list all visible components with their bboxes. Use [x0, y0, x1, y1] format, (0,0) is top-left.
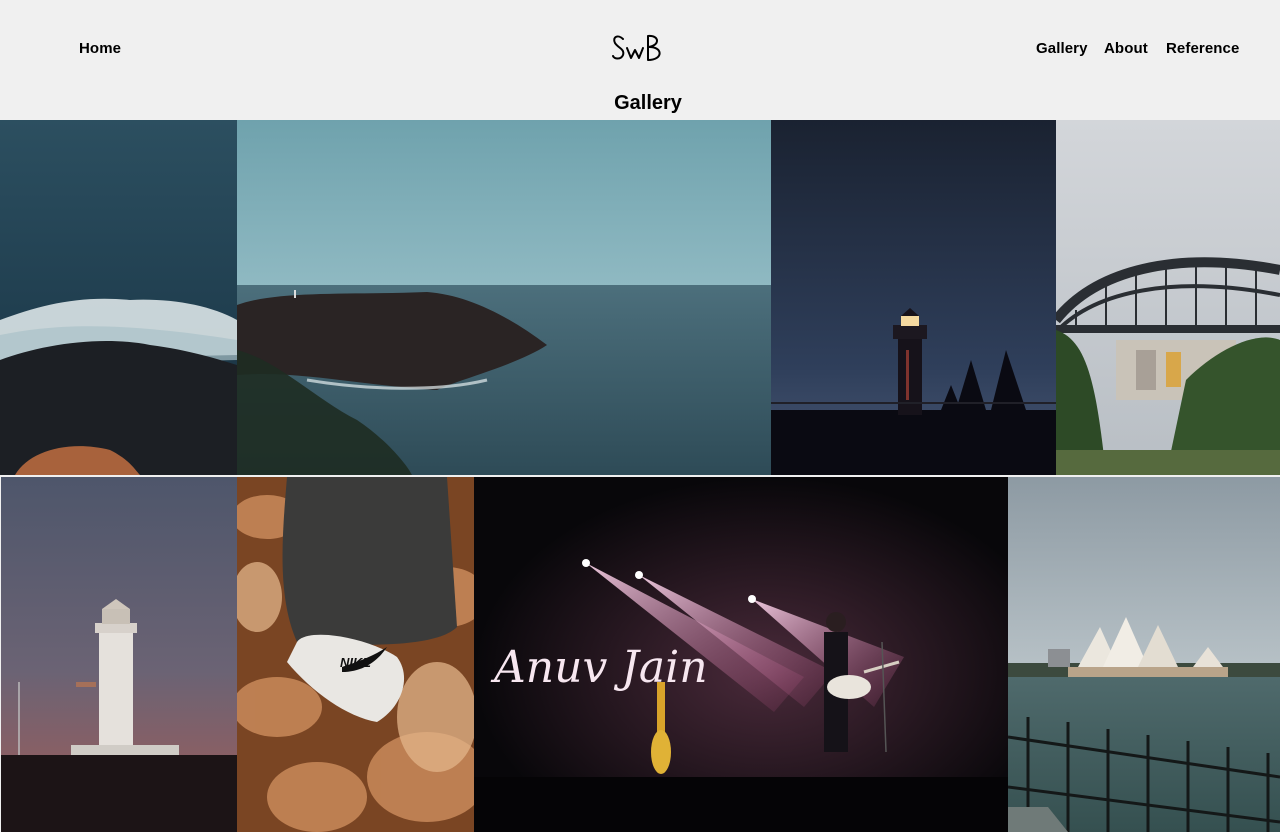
- nav-about-link[interactable]: About: [1104, 40, 1148, 57]
- gallery-photo-night-lighthouse[interactable]: [771, 120, 1056, 475]
- nav-gallery-link[interactable]: Gallery: [1036, 40, 1088, 57]
- swb-logo-icon: [612, 34, 661, 61]
- site-logo[interactable]: [610, 30, 670, 66]
- dusk-lighthouse-photo-image: [1, 477, 237, 832]
- site-header: Home Gallery About Reference Gallery: [0, 0, 1280, 120]
- nav-reference-link[interactable]: Reference: [1166, 40, 1239, 57]
- gallery-photo-dusk-lighthouse[interactable]: [1, 477, 237, 832]
- night-lighthouse-photo-image: [771, 120, 1056, 475]
- concert-caption: Anuv Jain: [494, 642, 708, 693]
- gallery-photo-waves[interactable]: [0, 120, 237, 475]
- bridge-photo-image: [1056, 120, 1280, 475]
- opera-house-photo-image: [1008, 477, 1280, 832]
- gallery-photo-headland[interactable]: [237, 120, 771, 475]
- gallery-photo-sneaker[interactable]: NIKE: [237, 477, 474, 832]
- nike-brand-text: NIKE: [340, 655, 372, 670]
- page-title: Gallery: [614, 92, 682, 114]
- gallery-photo-concert[interactable]: Anuv Jain: [474, 477, 1008, 832]
- gallery-photo-opera-house[interactable]: [1008, 477, 1280, 832]
- waves-photo-image: [0, 120, 237, 475]
- headland-photo-image: [237, 120, 771, 475]
- gallery-photo-bridge[interactable]: [1056, 120, 1280, 475]
- nav-home-link[interactable]: Home: [79, 40, 121, 57]
